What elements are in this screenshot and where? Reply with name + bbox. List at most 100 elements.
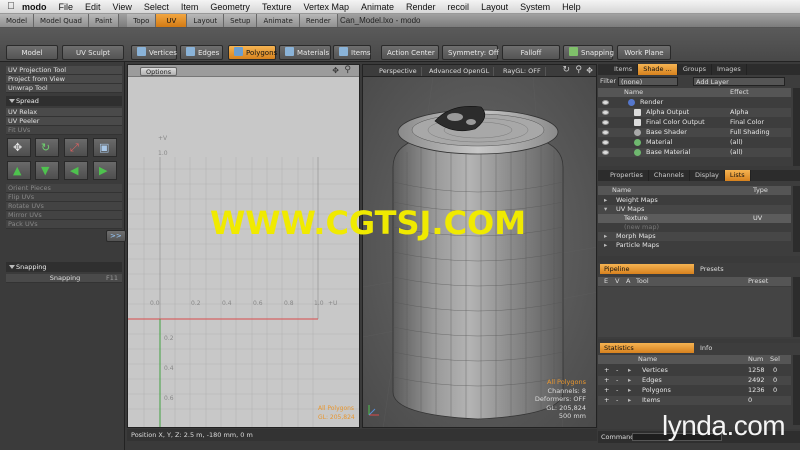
snapping-button[interactable]: Snapping: [563, 45, 614, 60]
mirror-uvs-button[interactable]: Mirror UVs: [6, 211, 122, 220]
list-item[interactable]: ▾ UV Maps: [598, 205, 791, 214]
vertices-button[interactable]: Vertices: [131, 45, 177, 60]
shader-row[interactable]: Material (all): [598, 138, 791, 147]
menu-select[interactable]: Select: [144, 2, 169, 12]
list-item[interactable]: ▸ Weight Maps: [598, 196, 791, 205]
uv-options-button[interactable]: Options: [140, 67, 178, 76]
lists-scrollbar[interactable]: [793, 186, 800, 252]
shader-row[interactable]: Base Material (all): [598, 148, 791, 157]
transform-tool-button[interactable]: ▣: [93, 138, 117, 157]
shader-row[interactable]: Final Color Output Final Color: [598, 118, 791, 127]
menu-view[interactable]: View: [113, 2, 132, 12]
scale-tool-button[interactable]: ⤢: [64, 138, 88, 157]
tab-render[interactable]: Render: [299, 14, 338, 27]
flip-uvs-button[interactable]: Flip UVs: [6, 193, 122, 202]
pipeline-scrollbar[interactable]: [793, 277, 800, 337]
orient-pieces-button[interactable]: Orient Pieces: [6, 184, 122, 193]
move-left-button[interactable]: ◀: [64, 161, 88, 180]
zoom-icon[interactable]: ⚲: [344, 65, 351, 75]
uv-viewport[interactable]: Options ✥ ⚲ +V 1.0 0.0 0.2 0.4 0.6 0.8 1…: [127, 64, 360, 428]
falloff-dropdown[interactable]: Falloff: [502, 45, 560, 60]
edges-button[interactable]: Edges: [180, 45, 223, 60]
move-tool-button[interactable]: ✥: [7, 138, 31, 157]
menu-animate[interactable]: Animate: [361, 2, 394, 12]
statistics-row[interactable]: + - ▸ Edges 2492 0: [598, 376, 791, 385]
menu-help[interactable]: Help: [562, 2, 581, 12]
polygons-button[interactable]: Polygons: [228, 45, 277, 60]
collapse-arrow-icon[interactable]: ▾: [604, 205, 607, 214]
menu-app-name[interactable]: modo: [22, 2, 47, 12]
tab-groups[interactable]: Groups: [678, 64, 712, 75]
snapping-toggle[interactable]: Snapping F11: [6, 274, 122, 283]
statistics-row[interactable]: + - ▸ Vertices 1258 0: [598, 366, 791, 375]
visibility-eye-icon[interactable]: [602, 100, 609, 105]
expand-arrow-icon[interactable]: ▸: [628, 366, 631, 375]
expand-arrow-icon[interactable]: ▸: [604, 241, 607, 250]
uv-relax-button[interactable]: UV Relax: [6, 108, 122, 117]
apple-icon[interactable]: : [0, 1, 22, 12]
expand-arrow-icon[interactable]: ▸: [628, 396, 631, 405]
tab-properties[interactable]: Properties: [598, 170, 649, 181]
action-center-dropdown[interactable]: Action Center: [381, 45, 439, 60]
menu-render[interactable]: Render: [406, 2, 436, 12]
model-button[interactable]: Model: [6, 45, 58, 60]
reset-view-icon[interactable]: ↻: [562, 65, 570, 75]
visibility-eye-icon[interactable]: [602, 130, 609, 135]
pan-icon[interactable]: ✥: [332, 66, 339, 75]
expand-arrow-icon[interactable]: ▸: [628, 376, 631, 385]
rotate-tool-button[interactable]: ↻: [35, 138, 59, 157]
deselect-minus-icon[interactable]: -: [616, 396, 618, 405]
symmetry-dropdown[interactable]: Symmetry: Off: [442, 45, 499, 60]
advanced-opengl-dropdown[interactable]: Advanced OpenGL: [425, 67, 495, 76]
menu-geometry[interactable]: Geometry: [210, 2, 250, 12]
select-plus-icon[interactable]: +: [604, 366, 609, 375]
tab-paint[interactable]: Paint: [88, 14, 120, 27]
tab-channels[interactable]: Channels: [649, 170, 690, 181]
menu-item[interactable]: Item: [181, 2, 199, 12]
spread-section-header[interactable]: Spread: [6, 96, 122, 106]
statistics-row[interactable]: + - ▸ Items 0: [598, 396, 791, 405]
shader-row[interactable]: Base Shader Full Shading: [598, 128, 791, 137]
perspective-dropdown[interactable]: Perspective: [375, 67, 422, 76]
statistics-row[interactable]: + - ▸ Polygons 1236 0: [598, 386, 791, 395]
visibility-eye-icon[interactable]: [602, 140, 609, 145]
tab-presets[interactable]: Presets: [696, 264, 728, 274]
list-item[interactable]: Texture UV: [598, 214, 791, 223]
menu-edit[interactable]: Edit: [85, 2, 101, 12]
tab-model[interactable]: Model: [0, 14, 35, 27]
menu-vertex-map[interactable]: Vertex Map: [303, 2, 349, 12]
add-layer-dropdown[interactable]: Add Layer: [693, 77, 785, 86]
expand-arrow-icon[interactable]: ▸: [628, 386, 631, 395]
expand-arrow-icon[interactable]: ▸: [604, 196, 607, 205]
list-item[interactable]: ▸ Morph Maps: [598, 232, 791, 241]
tab-layout[interactable]: Layout: [187, 14, 225, 27]
snapping-section-header[interactable]: Snapping: [6, 262, 122, 272]
tab-topo[interactable]: Topo: [127, 14, 157, 27]
work-plane-dropdown[interactable]: Work Plane: [617, 45, 671, 60]
visibility-eye-icon[interactable]: [602, 110, 609, 115]
tab-animate[interactable]: Animate: [257, 14, 300, 27]
shader-scrollbar[interactable]: [793, 88, 800, 166]
shader-row[interactable]: Alpha Output Alpha: [598, 108, 791, 117]
move-up-button[interactable]: ▲: [7, 161, 31, 180]
expand-arrow-icon[interactable]: ▸: [604, 232, 607, 241]
tab-shader-tree[interactable]: Shade ...: [638, 64, 678, 75]
menu-texture[interactable]: Texture: [262, 2, 292, 12]
tab-setup[interactable]: Setup: [224, 14, 258, 27]
pack-uvs-button[interactable]: Pack UVs: [6, 220, 122, 229]
fit-uvs-button[interactable]: Fit UVs: [6, 126, 122, 135]
pipeline-list[interactable]: [598, 287, 791, 337]
project-from-view-button[interactable]: Project from View: [6, 75, 122, 84]
uv-projection-tool-button[interactable]: UV Projection Tool: [6, 66, 122, 75]
unwrap-tool-button[interactable]: Unwrap Tool: [6, 84, 122, 93]
deselect-minus-icon[interactable]: -: [616, 366, 618, 375]
pan-icon[interactable]: ✥: [586, 66, 593, 75]
tab-model-quad[interactable]: Model Quad: [34, 14, 89, 27]
expand-button[interactable]: >>: [106, 230, 126, 242]
raygl-dropdown[interactable]: RayGL: OFF: [499, 67, 546, 76]
tab-items[interactable]: Items: [598, 64, 639, 75]
tab-uv[interactable]: UV: [156, 14, 188, 27]
menu-system[interactable]: System: [520, 2, 550, 12]
shader-row[interactable]: Render: [598, 98, 791, 107]
uv-peeler-button[interactable]: UV Peeler: [6, 117, 122, 126]
